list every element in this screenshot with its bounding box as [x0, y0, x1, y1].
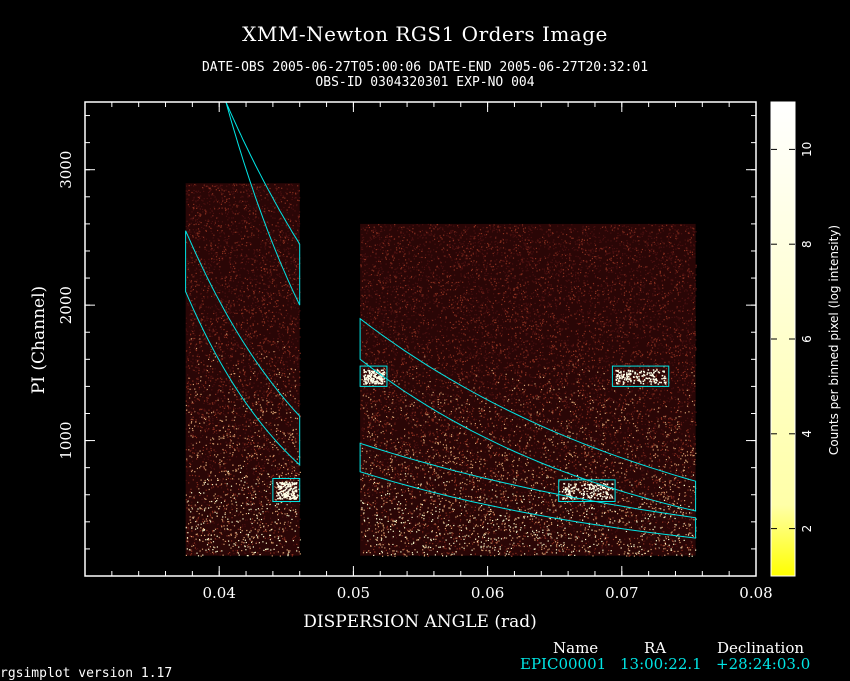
x-tick-label: 0.08: [739, 584, 772, 602]
y-tick-label: 3000: [57, 151, 75, 189]
x-tick-label: 0.07: [605, 584, 638, 602]
source-name: EPIC00001: [520, 655, 606, 673]
version-label: rgsimplot version 1.17: [0, 666, 172, 681]
y-tick-label: 2000: [57, 286, 75, 324]
source-info-row: EPIC00001 13:00:22.1 +28:24:03.0: [520, 655, 820, 673]
colorbar-label: Counts per binned pixel (log intensity): [827, 225, 841, 455]
source-ra: 13:00:22.1: [620, 655, 702, 673]
x-tick-label: 0.04: [202, 584, 235, 602]
x-tick-label: 0.06: [471, 584, 504, 602]
colorbar-tick-label: 8: [800, 240, 814, 248]
orders-image-chart: 0.04 0.05 0.06 0.07 0.08 1000 2000 3000 DISPERS…: [0, 0, 850, 640]
colorbar-tick-label: 6: [800, 335, 814, 343]
x-tick-label: 0.05: [337, 584, 370, 602]
y-axis-label: PI (Channel): [29, 286, 49, 394]
x-axis-label: DISPERSION ANGLE (rad): [303, 612, 536, 632]
colorbar-tick-label: 4: [800, 430, 814, 438]
source-dec: +28:24:03.0: [716, 655, 810, 673]
detector-region: [360, 224, 696, 556]
colorbar-tick-label: 2: [800, 525, 814, 533]
y-tick-label: 1000: [57, 421, 75, 459]
colorbar-tick-label: 10: [800, 142, 814, 157]
